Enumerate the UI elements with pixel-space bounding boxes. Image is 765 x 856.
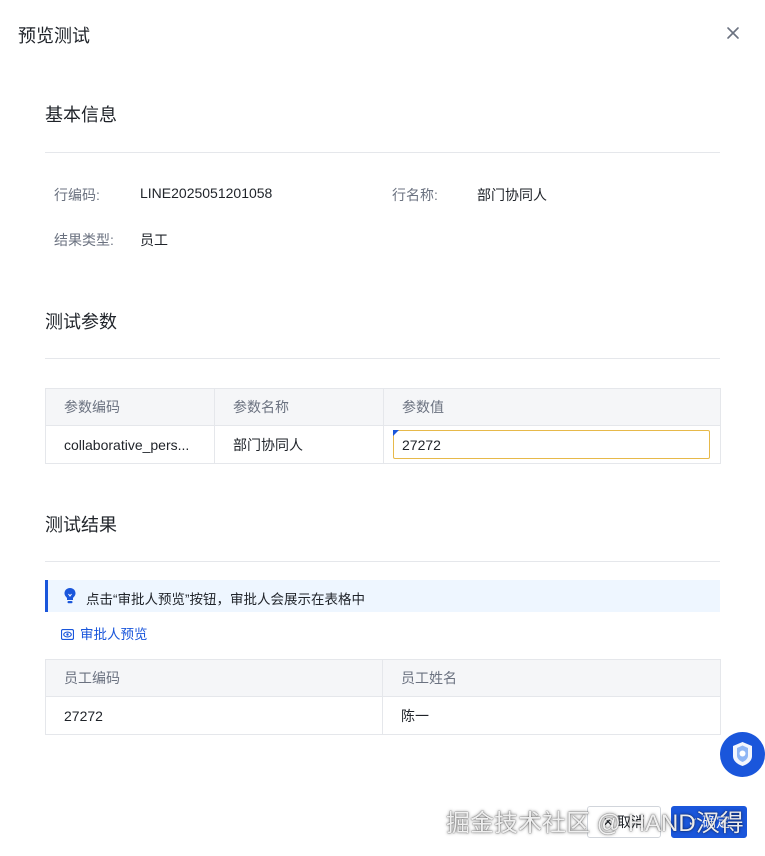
close-icon[interactable]	[722, 22, 744, 44]
assistant-float-button[interactable]	[720, 732, 765, 777]
params-table: 参数编码 参数名称 参数值 collaborative_pers... 部门协同…	[45, 388, 721, 464]
param-value-cell	[383, 425, 721, 464]
row-code-value: LINE2025051201058	[140, 185, 273, 201]
result-type-value: 员工	[140, 232, 168, 248]
employee-code-cell: 27272	[45, 696, 383, 735]
divider	[45, 358, 720, 359]
column-header-employee-name: 员工姓名	[382, 659, 721, 697]
ok-button[interactable]: ✓ 确定	[671, 806, 747, 838]
divider	[45, 561, 720, 562]
result-type-label: 结果类型:	[54, 232, 114, 248]
test-params-title: 测试参数	[45, 312, 117, 332]
info-alert: 点击“审批人预览”按钮，审批人会展示在表格中	[45, 580, 720, 612]
close-icon: ✕	[602, 815, 614, 829]
test-results-title: 测试结果	[45, 515, 117, 535]
param-name-cell: 部门协同人	[214, 425, 384, 464]
lightbulb-icon	[63, 587, 77, 605]
column-header-param-name: 参数名称	[214, 388, 384, 426]
divider	[45, 152, 720, 153]
check-icon: ✓	[687, 815, 699, 829]
column-header-employee-code: 员工编码	[45, 659, 383, 697]
table-header-row: 参数编码 参数名称 参数值	[45, 388, 721, 426]
employee-name-cell: 陈一	[382, 696, 721, 735]
cancel-label: 取消	[617, 814, 646, 830]
modal-header: 预览测试	[0, 0, 765, 66]
param-value-input[interactable]	[393, 430, 710, 459]
approver-preview-link[interactable]: 审批人预览	[60, 624, 148, 642]
ok-label: 确定	[702, 814, 731, 830]
assistant-icon	[733, 742, 752, 766]
results-table: 员工编码 员工姓名 27272 陈一	[45, 659, 721, 735]
table-row: collaborative_pers... 部门协同人	[45, 425, 721, 464]
info-text: 点击“审批人预览”按钮，审批人会展示在表格中	[86, 592, 365, 607]
edited-marker	[393, 430, 399, 436]
approver-preview-label: 审批人预览	[80, 627, 148, 642]
modal-title: 预览测试	[18, 26, 90, 46]
param-code-cell: collaborative_pers...	[45, 425, 215, 464]
row-name-label: 行名称:	[392, 187, 438, 203]
cancel-button[interactable]: ✕ 取消	[587, 806, 661, 838]
table-row: 27272 陈一	[45, 696, 721, 735]
row-code-label: 行编码:	[54, 187, 100, 203]
eye-icon	[60, 628, 75, 640]
column-header-param-value: 参数值	[383, 388, 721, 426]
basic-info-title: 基本信息	[45, 105, 117, 125]
table-header-row: 员工编码 员工姓名	[45, 659, 721, 697]
row-name-value: 部门协同人	[477, 187, 547, 203]
column-header-param-code: 参数编码	[45, 388, 215, 426]
